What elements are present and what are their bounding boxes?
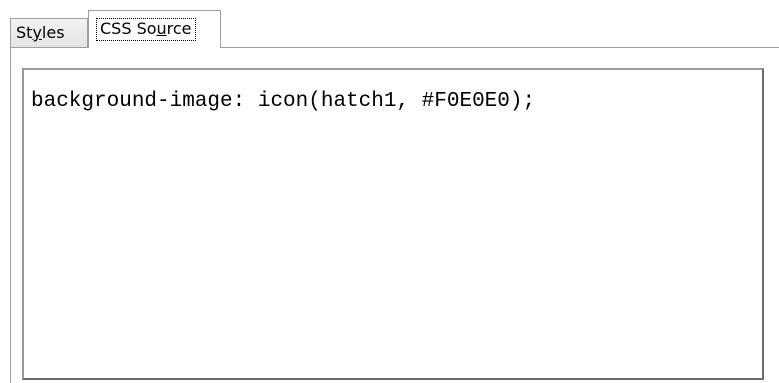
- tab-css-source-label-end: rce: [166, 19, 192, 38]
- tab-css-source[interactable]: CSS Source: [88, 10, 221, 48]
- tab-css-source-label-start: CSS So: [100, 19, 157, 38]
- css-source-text[interactable]: background-image: icon(hatch1, #F0E0E0);: [31, 91, 535, 112]
- tab-strip: Styles CSS Source: [0, 0, 779, 48]
- tab-styles-label-start: St: [16, 23, 33, 42]
- tab-styles[interactable]: Styles: [10, 18, 88, 47]
- tab-styles-mnemonic: y: [32, 23, 42, 42]
- tab-css-source-focus-ring: CSS Source: [96, 18, 196, 41]
- tab-styles-label-end: les: [41, 23, 65, 42]
- tab-css-source-mnemonic: u: [156, 19, 167, 38]
- css-source-editor[interactable]: background-image: icon(hatch1, #F0E0E0);: [22, 68, 764, 380]
